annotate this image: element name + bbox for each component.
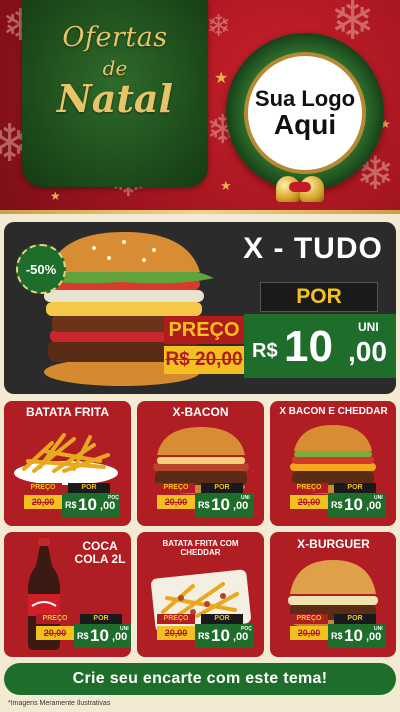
price-decimal: ,00 xyxy=(100,500,116,512)
price-unit: UNI xyxy=(358,320,379,334)
preco-label: PREÇO xyxy=(164,316,244,344)
price-tag: PREÇO 20,00 POR R$ 10 ,00 POÇ xyxy=(157,614,253,648)
new-price: R$ 10 ,00 UNI xyxy=(328,624,386,648)
preco-label: PREÇO xyxy=(157,483,195,493)
discount-badge: -50% xyxy=(16,244,66,294)
product-name: X-BURGUER xyxy=(297,537,370,551)
product-name: COCA COLA 2L xyxy=(74,539,126,567)
title-panel: Ofertas de Natal xyxy=(22,0,208,187)
preco-label: PREÇO xyxy=(24,483,62,493)
product-card[interactable]: COCA COLA 2L PREÇO 20,00 POR R$ 10 ,00 U… xyxy=(4,532,131,657)
header-banner: ❄ ❄ ❄ ❄ ❄ ❄ ❄ ★ ★ ★ ★ Ofertas de Natal S… xyxy=(0,0,400,210)
divider xyxy=(0,210,400,214)
por-label: POR xyxy=(260,282,378,312)
new-price: R$ 10 ,00 POÇ xyxy=(195,624,253,648)
disclaimer: *Imagens Meramente Ilustrativas xyxy=(8,700,111,707)
title-line-3: Natal xyxy=(57,76,173,121)
bow-icon xyxy=(289,182,311,192)
preco-label: PREÇO xyxy=(157,614,195,624)
por-label: POR xyxy=(68,483,110,493)
price-decimal: ,00 xyxy=(348,336,387,367)
old-price: 20,00 xyxy=(36,626,74,640)
product-card[interactable]: BATATA FRITA COM CHEDDAR PREÇO 20,00 POR… xyxy=(137,532,264,657)
price-integer: 10 xyxy=(211,626,230,645)
logo-line-2: Aqui xyxy=(273,108,337,140)
featured-product[interactable]: -50% X - TUDO POR PREÇO R$ 20,00 R$ 10 ,… xyxy=(4,222,396,394)
product-card[interactable]: X-BACON PREÇO 20,00 POR R$ 10 ,00 UNI xyxy=(137,401,264,526)
new-price: R$ 10 ,00 UNI xyxy=(195,493,253,517)
star-icon: ★ xyxy=(50,189,61,203)
new-price: R$ 10 ,00 UNI xyxy=(244,314,396,378)
cta-button[interactable]: Crie seu encarte com este tema! xyxy=(4,663,396,695)
price-tag: PREÇO 20,00 POR R$ 10 ,00 UNI xyxy=(157,483,253,517)
price-unit: UNI xyxy=(374,495,383,501)
currency: R$ xyxy=(198,500,210,510)
price-integer: 10 xyxy=(344,626,363,645)
currency: R$ xyxy=(77,631,89,641)
price-tag: PREÇO 20,00 POR R$ 10 ,00 POÇ xyxy=(24,483,120,517)
price-unit: UNI xyxy=(374,626,383,632)
por-label: POR xyxy=(201,483,243,493)
new-price: R$ 10 ,00 POÇ xyxy=(62,493,120,517)
price-decimal: ,00 xyxy=(112,631,128,643)
price-unit: POÇ xyxy=(241,626,252,632)
price-integer: 10 xyxy=(211,495,230,514)
new-price: R$ 10 ,00 UNI xyxy=(74,624,131,648)
old-price-value: R$ 20,00 xyxy=(165,349,243,370)
snowflake-icon: ❄ xyxy=(206,9,232,44)
old-price: 20,00 xyxy=(24,495,62,509)
featured-name: X - TUDO xyxy=(243,232,383,265)
price-tag: PREÇO 20,00 POR R$ 10 ,00 UNI xyxy=(290,483,386,517)
price-unit: UNI xyxy=(241,495,250,501)
currency: R$ xyxy=(331,631,343,641)
price-decimal: ,00 xyxy=(366,500,382,512)
logo-placeholder[interactable]: Sua Logo Aqui xyxy=(244,52,366,174)
preco-label: PREÇO xyxy=(290,614,328,624)
star-icon: ★ xyxy=(214,68,229,87)
old-price: 20,00 xyxy=(157,626,195,640)
old-price: 20,00 xyxy=(290,626,328,640)
price-unit: UNI xyxy=(120,626,129,632)
price-decimal: ,00 xyxy=(233,631,249,643)
por-label: POR xyxy=(80,614,122,624)
logo-line-1: Sua Logo xyxy=(254,85,356,111)
new-price: R$ 10 ,00 UNI xyxy=(328,493,386,517)
product-card[interactable]: BATATA FRITA PREÇO 20,00 POR R$ 10 ,00 P… xyxy=(4,401,131,526)
currency: R$ xyxy=(65,500,77,510)
old-price: R$ 20,00 xyxy=(164,346,244,374)
price-unit: POÇ xyxy=(108,495,119,501)
price-tag: PREÇO 20,00 POR R$ 10 ,00 UNI xyxy=(36,614,131,648)
price-integer: 10 xyxy=(284,322,333,371)
currency: R$ xyxy=(331,500,343,510)
price-integer: 10 xyxy=(90,626,109,645)
product-name: X BACON E CHEDDAR xyxy=(279,406,388,417)
preco-label: PREÇO xyxy=(36,614,74,624)
price-integer: 10 xyxy=(344,495,363,514)
price-tag: PREÇO 20,00 POR R$ 10 ,00 UNI xyxy=(290,614,386,648)
price-decimal: ,00 xyxy=(366,631,382,643)
por-label: POR xyxy=(334,483,376,493)
product-card[interactable]: X BACON E CHEDDAR PREÇO 20,00 POR R$ 10 … xyxy=(270,401,396,526)
preco-label: PREÇO xyxy=(290,483,328,493)
product-name: BATATA FRITA xyxy=(25,405,110,419)
currency: R$ xyxy=(198,631,210,641)
product-name: X-BACON xyxy=(172,405,229,419)
old-price: 20,00 xyxy=(290,495,328,509)
price-decimal: ,00 xyxy=(233,500,249,512)
title-line-1: Ofertas xyxy=(62,22,168,53)
por-label: POR xyxy=(201,614,243,624)
currency: R$ xyxy=(252,340,278,362)
product-card[interactable]: X-BURGUER PREÇO 20,00 POR R$ 10 ,00 UNI xyxy=(270,532,396,657)
price-integer: 10 xyxy=(78,495,97,514)
old-price: 20,00 xyxy=(157,495,195,509)
star-icon: ★ xyxy=(220,179,232,194)
por-label: POR xyxy=(334,614,376,624)
